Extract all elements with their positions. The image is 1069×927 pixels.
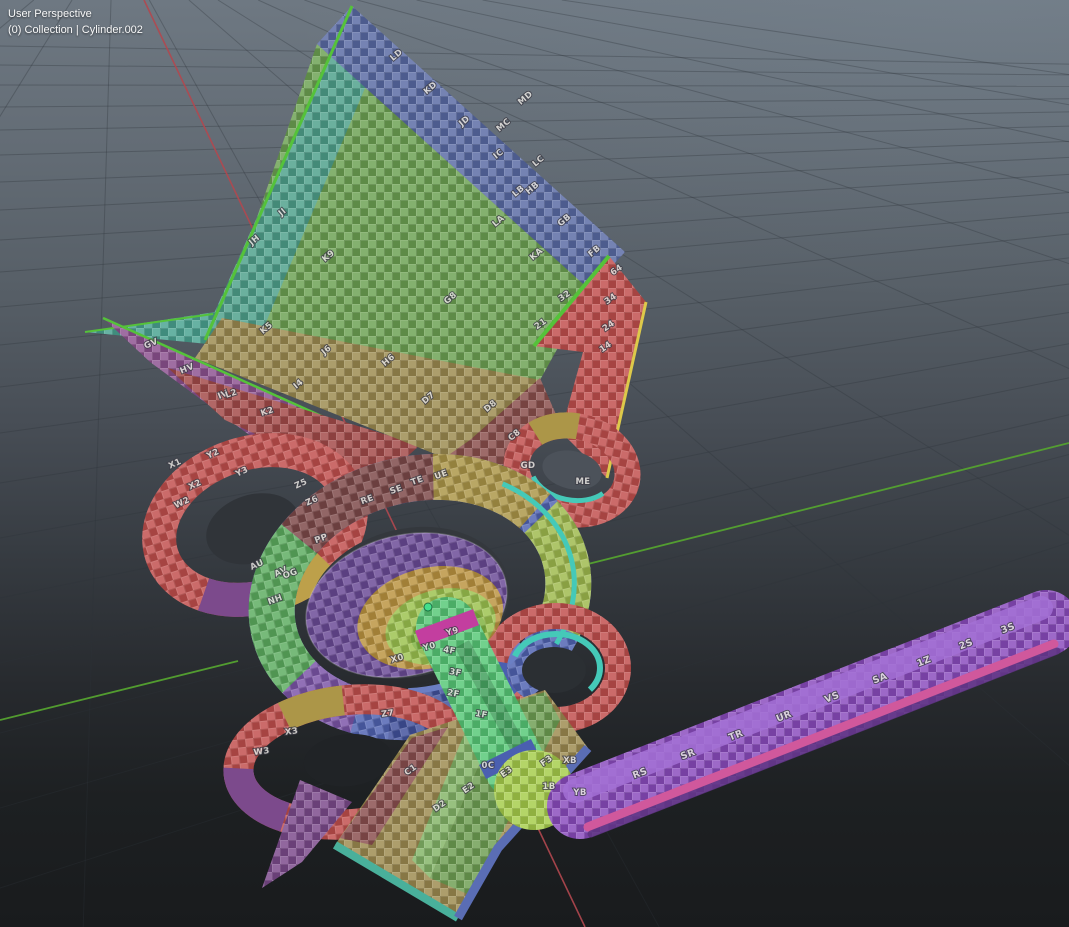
grid-line (0, 0, 72, 927)
y-axis-line-right (576, 443, 1069, 567)
view-mode-text: User Perspective (8, 6, 143, 22)
texture-label: 1B (542, 782, 555, 792)
loop-hole (522, 647, 586, 693)
cylinder-body (580, 623, 1046, 806)
grid-line (0, 85, 1069, 86)
grid-line (83, 0, 111, 927)
grid-line (0, 65, 1069, 75)
grid-line (0, 112, 1069, 130)
texture-label: Z7 (381, 708, 395, 720)
collection-object-text: (0) Collection | Cylinder.002 (8, 22, 143, 38)
texture-label: GD (521, 461, 536, 471)
texture-label: X3 (284, 726, 299, 738)
mesh-cylinder-long[interactable] (575, 608, 1057, 834)
texture-label: Z5 (293, 477, 309, 492)
grid-line (0, 126, 1069, 155)
cylinder-pink-stripe (588, 644, 1054, 827)
mesh-object-cylinder-002[interactable] (85, 6, 1057, 918)
texture-label: 0C (482, 761, 495, 771)
grid-line (0, 0, 34, 927)
texture-label: YB (572, 788, 586, 798)
texture-label: MC (495, 117, 513, 135)
texture-label: LC (531, 154, 547, 170)
blender-3d-viewport[interactable]: LDKDJDICHBGBFBMDMCLCLBLAKAK9JIJHK5J6I4H6… (0, 0, 1069, 927)
object-origin-dot[interactable] (424, 603, 432, 611)
grid-line (0, 46, 1069, 64)
viewport-scene: LDKDJDICHBGBFBMDMCLCLBLAKAK9JIJHK5J6I4H6… (0, 0, 1069, 927)
cylinder-highlight (575, 608, 1041, 791)
texture-label: W3 (253, 746, 270, 758)
texture-label: MD (516, 89, 535, 107)
y-axis-line-left (0, 661, 238, 720)
grid-line (0, 99, 1069, 107)
viewport-hud: User Perspective (0) Collection | Cylind… (8, 6, 143, 38)
texture-label: XB (563, 756, 577, 766)
texture-label: ME (575, 477, 590, 487)
